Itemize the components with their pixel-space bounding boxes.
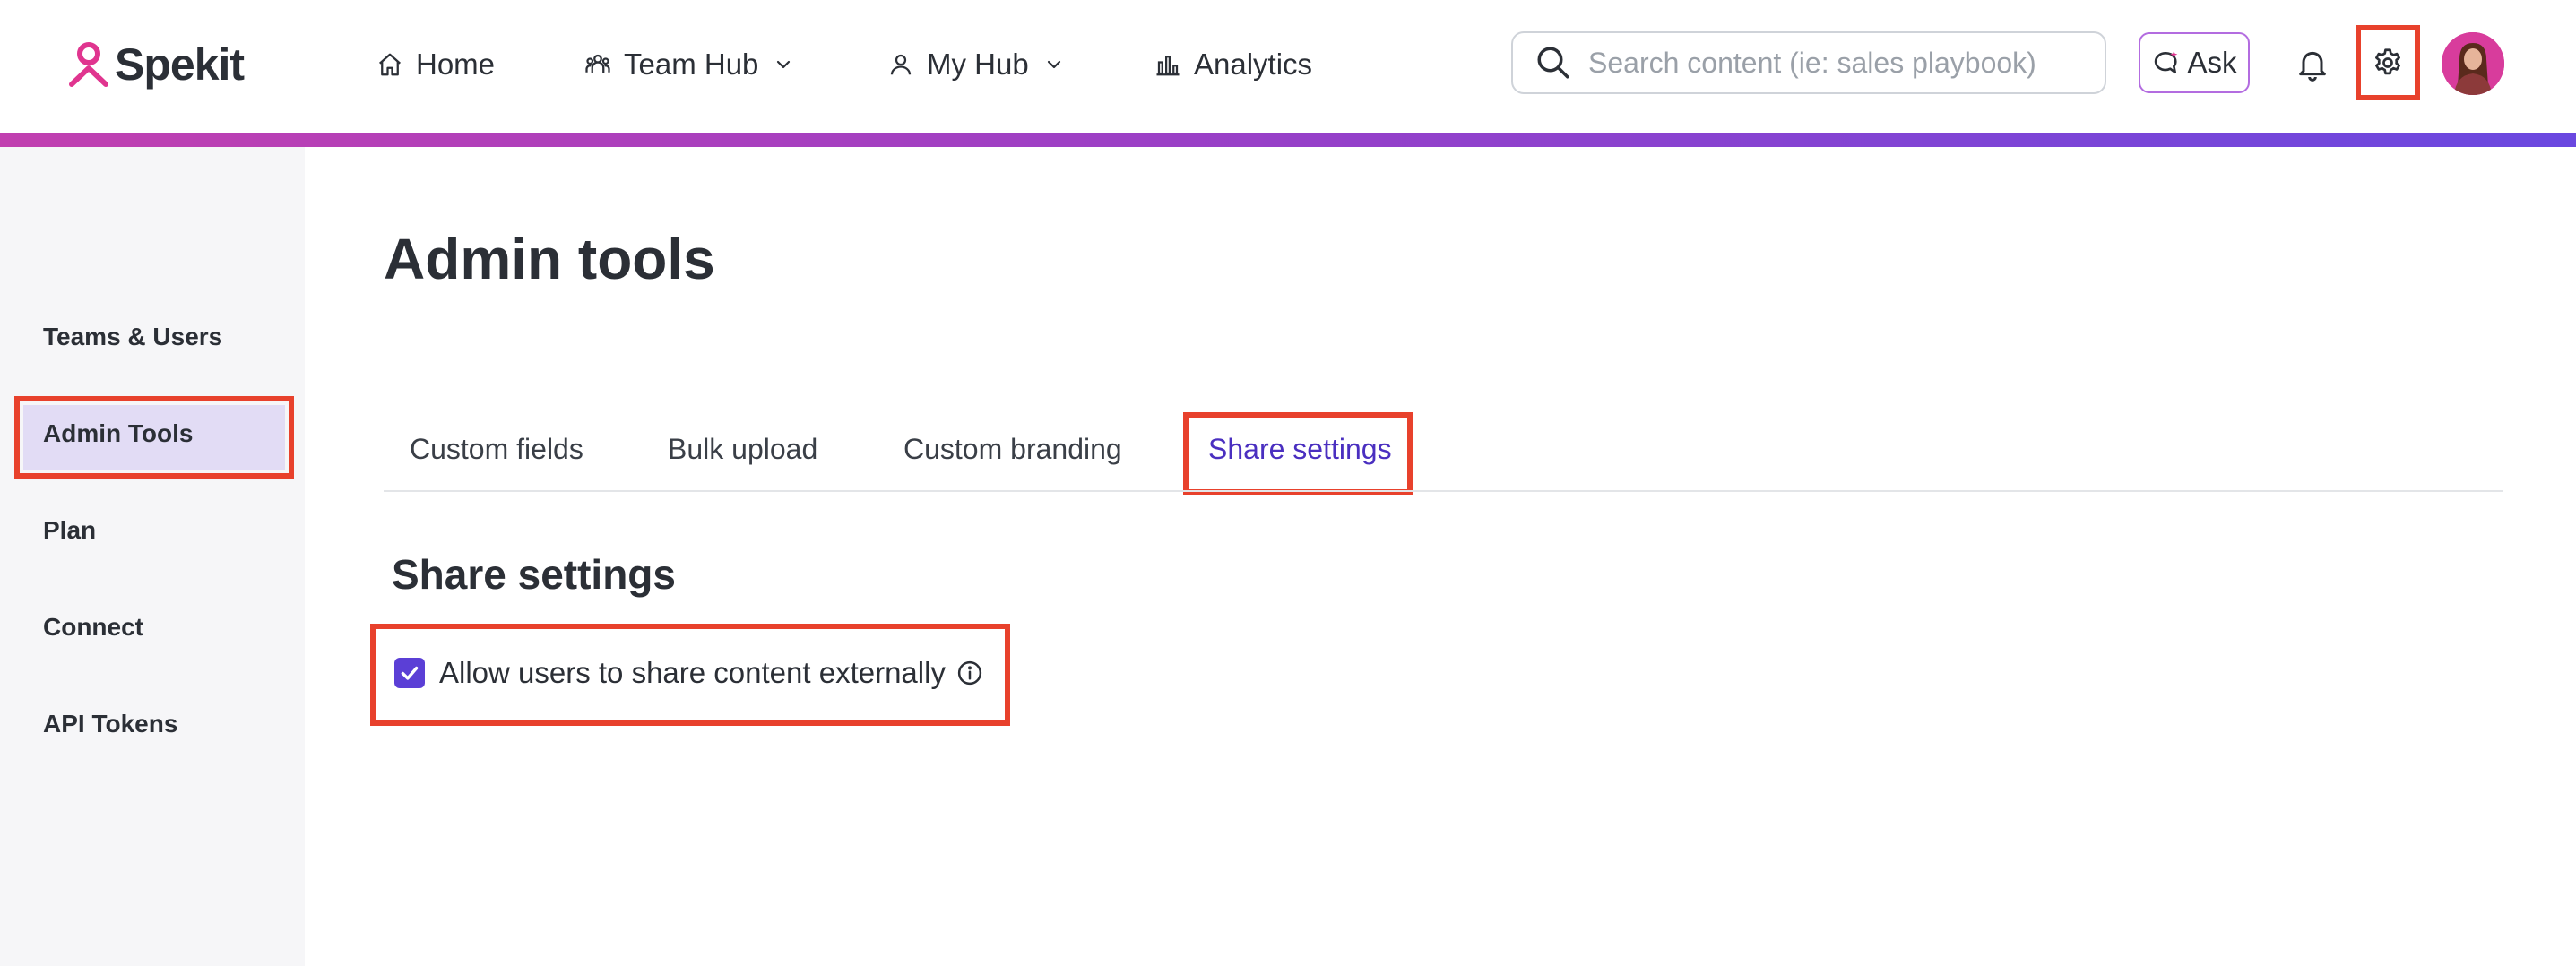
tab-custom-fields[interactable]: Custom fields: [410, 428, 583, 470]
analytics-icon: [1156, 56, 1180, 76]
avatar[interactable]: [2442, 32, 2504, 95]
nav-team-hub-label: Team Hub: [624, 47, 759, 81]
search-input[interactable]: [1588, 46, 2054, 80]
search-icon: [1537, 47, 1569, 79]
nav-analytics[interactable]: Analytics: [1154, 39, 1312, 90]
admin-sidebar: [0, 147, 305, 966]
nav-my-hub-label: My Hub: [927, 47, 1029, 81]
nav-analytics-label: Analytics: [1194, 47, 1313, 81]
section-title: Share settings: [392, 551, 676, 598]
nav-my-hub[interactable]: My Hub: [887, 39, 1065, 90]
share-externally-option: Allow users to share content externally: [394, 652, 983, 694]
nav-home[interactable]: Home: [376, 39, 495, 90]
spekit-logo[interactable]: Spekit: [68, 39, 245, 90]
spekit-logo-icon: [69, 42, 108, 87]
checkmark-icon: [401, 666, 419, 680]
share-externally-checkbox[interactable]: [394, 658, 425, 688]
gear-icon: [2375, 48, 2400, 75]
logo-text: Spekit: [115, 39, 245, 90]
page-title: Admin tools: [384, 227, 715, 291]
ask-button[interactable]: Ask: [2139, 32, 2250, 93]
user-icon: [890, 54, 912, 75]
top-navigation-bar: Spekit Home Team Hub My Hub Analytics Se…: [0, 0, 2576, 133]
ask-label: Ask: [2187, 46, 2237, 79]
tab-custom-branding[interactable]: Custom branding: [903, 428, 1122, 470]
nav-team-hub[interactable]: Team Hub: [584, 39, 794, 90]
header-gradient-divider: [0, 133, 2576, 147]
sidebar-item-api-tokens[interactable]: API Tokens: [43, 706, 177, 742]
tab-bulk-upload[interactable]: Bulk upload: [668, 428, 817, 470]
share-externally-label[interactable]: Allow users to share content externally: [439, 656, 946, 690]
sidebar-item-teams-users[interactable]: Teams & Users: [43, 319, 222, 355]
home-icon: [379, 53, 401, 76]
chevron-down-icon: [1047, 60, 1060, 69]
sidebar-item-admin-tools[interactable]: Admin Tools: [43, 416, 193, 452]
settings-button[interactable]: [2356, 25, 2420, 100]
info-icon[interactable]: [956, 660, 983, 686]
search-box[interactable]: [1511, 31, 2106, 94]
team-icon: [585, 54, 610, 73]
tab-share-settings-highlight: [1183, 412, 1413, 495]
ask-icon: [2155, 50, 2178, 73]
nav-home-label: Home: [416, 47, 496, 81]
bell-icon[interactable]: [2295, 45, 2330, 82]
chevron-down-icon: [777, 60, 791, 69]
avatar-image: [2442, 32, 2504, 95]
sidebar-item-connect[interactable]: Connect: [43, 609, 143, 645]
tabs-divider: [384, 490, 2503, 492]
sidebar-item-plan[interactable]: Plan: [43, 513, 96, 548]
